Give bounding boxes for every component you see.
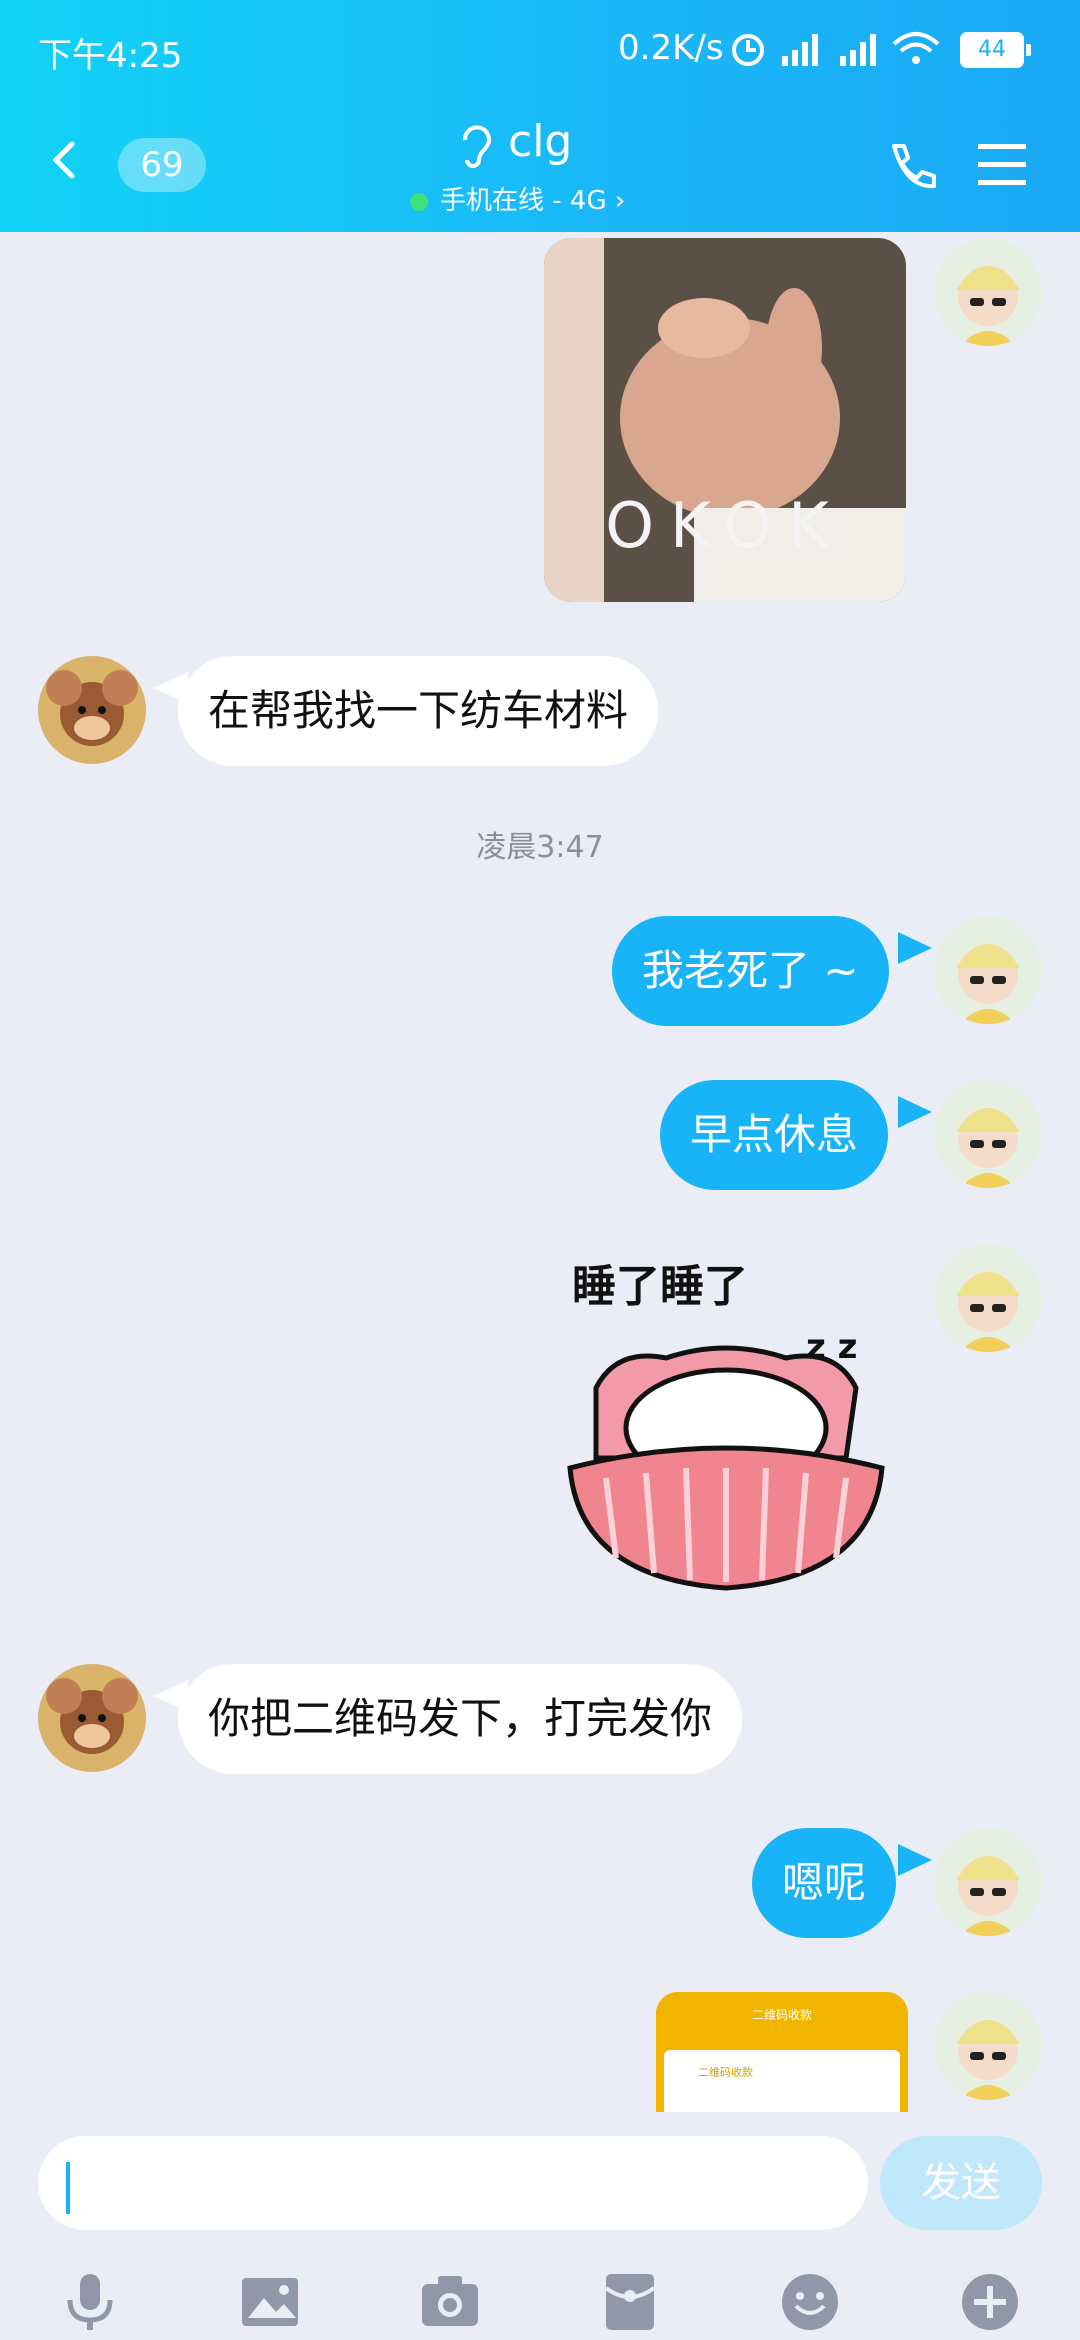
menu-icon[interactable] bbox=[976, 140, 1028, 190]
contact-avatar[interactable] bbox=[38, 656, 146, 764]
battery-icon: 44 bbox=[960, 32, 1031, 68]
contact-avatar[interactable] bbox=[38, 1664, 146, 1772]
outgoing-message[interactable]: 早点休息 bbox=[660, 1080, 889, 1190]
girl-avatar-image bbox=[934, 238, 1042, 346]
girl-avatar-image bbox=[934, 1080, 1042, 1188]
screenshot-message[interactable]: 二维码收款 二维码收款 bbox=[656, 1992, 908, 2112]
message-timestamp: 凌晨3:47 bbox=[476, 830, 604, 865]
image-message[interactable]: OKOK bbox=[544, 238, 906, 602]
send-button[interactable]: 发送 bbox=[880, 2136, 1042, 2230]
alarm-icon bbox=[732, 32, 940, 66]
network-speed: 0.2K/s bbox=[618, 28, 724, 68]
girl-avatar-image bbox=[934, 1244, 1042, 1352]
presence-label: 手机在线 - 4G bbox=[440, 186, 607, 216]
screenshot-title: 二维码收款 bbox=[656, 1992, 908, 2028]
screenshot-card-label: 二维码收款 bbox=[698, 2066, 753, 2079]
status-bar: 下午4:25 0.2K/s 44 bbox=[0, 0, 1080, 100]
message-input[interactable] bbox=[38, 2136, 868, 2230]
chat-header: 69 clg 手机在线 - 4G › bbox=[0, 100, 1080, 232]
incoming-message[interactable]: 你把二维码发下，打完发你 bbox=[178, 1664, 743, 1774]
input-area: 发送 bbox=[0, 2112, 1080, 2340]
outgoing-message[interactable]: 我老死了 ~ bbox=[612, 916, 889, 1026]
bubble-tail bbox=[898, 932, 932, 964]
plus-icon[interactable] bbox=[958, 2270, 1022, 2334]
bubble-tail bbox=[898, 1096, 932, 1128]
mouse-avatar-image bbox=[38, 1664, 146, 1772]
top-bar: 下午4:25 0.2K/s 44 69 clg 手机在线 - 4G › bbox=[0, 0, 1080, 232]
image-caption: OKOK bbox=[605, 489, 845, 562]
bubble-tail bbox=[898, 1844, 932, 1876]
message-list[interactable]: OKOK 在帮我找一下纺车材料 凌晨3:47 我老死了 ~ 早点休息 睡了睡了 … bbox=[0, 232, 1080, 2112]
unread-count-badge[interactable]: 69 bbox=[118, 138, 206, 192]
contact-name[interactable]: clg bbox=[508, 116, 572, 167]
status-time: 下午4:25 bbox=[38, 36, 183, 76]
red-packet-icon[interactable] bbox=[598, 2270, 662, 2334]
incoming-message[interactable]: 在帮我找一下纺车材料 bbox=[178, 656, 659, 766]
online-dot bbox=[410, 192, 428, 211]
outgoing-message[interactable]: 嗯呢 bbox=[752, 1828, 897, 1938]
my-avatar[interactable] bbox=[934, 238, 1042, 346]
presence-status[interactable]: 手机在线 - 4G › bbox=[410, 180, 625, 217]
screenshot-card: 二维码收款 bbox=[664, 2050, 900, 2112]
chevron-left-icon[interactable] bbox=[44, 140, 84, 180]
my-avatar[interactable] bbox=[934, 1080, 1042, 1188]
text-cursor bbox=[66, 2162, 70, 2214]
emoji-icon[interactable] bbox=[778, 2270, 842, 2334]
girl-avatar-image bbox=[934, 1828, 1042, 1936]
my-avatar[interactable] bbox=[934, 1828, 1042, 1936]
image-icon[interactable] bbox=[238, 2270, 302, 2334]
my-avatar[interactable] bbox=[934, 916, 1042, 1024]
sticker-caption: 睡了睡了 bbox=[572, 1261, 748, 1312]
phone-icon[interactable] bbox=[884, 140, 936, 192]
my-avatar[interactable] bbox=[934, 1244, 1042, 1352]
mouse-avatar-image bbox=[38, 656, 146, 764]
ear-icon[interactable] bbox=[455, 122, 495, 170]
girl-avatar-image bbox=[934, 1992, 1042, 2100]
girl-avatar-image bbox=[934, 916, 1042, 1024]
status-icons bbox=[730, 26, 950, 79]
sleeping-sticker[interactable]: z z bbox=[556, 1318, 896, 1618]
chevron-right-icon: › bbox=[606, 186, 626, 216]
microphone-icon[interactable] bbox=[58, 2270, 122, 2334]
camera-icon[interactable] bbox=[418, 2270, 482, 2334]
my-avatar[interactable] bbox=[934, 1992, 1042, 2100]
